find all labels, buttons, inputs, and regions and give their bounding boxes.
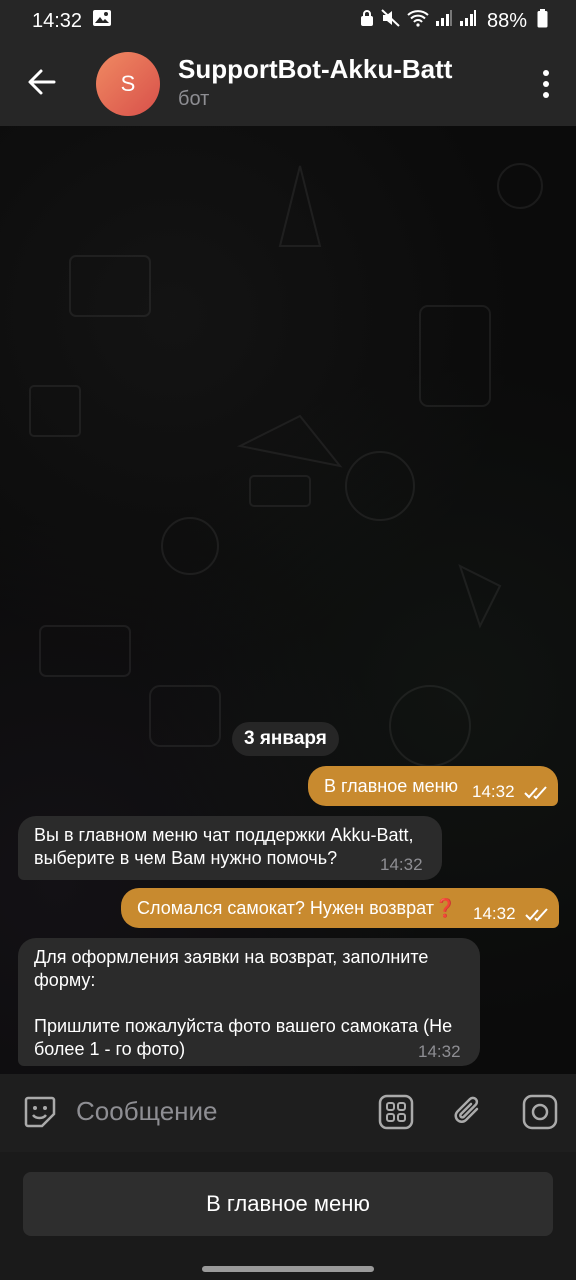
outgoing-message[interactable]: В главное меню 14:32 [308,766,558,806]
date-chip: 3 января [232,722,339,756]
incoming-message[interactable]: Вы в главном меню чат поддержки Akku-Bat… [18,816,442,880]
mute-icon [381,9,401,33]
bot-keyboard-icon[interactable] [378,1094,414,1130]
outgoing-message[interactable]: Сломался самокат? Нужен возврат❓ 14:32 [121,888,559,928]
read-checkmarks-icon [525,905,551,922]
signal-icon [435,9,453,33]
incoming-message[interactable]: Для оформления заявки на возврат, заполн… [18,938,480,1066]
chat-area[interactable]: 3 января В главное меню 14:32 Вы в главн… [0,126,576,1074]
camera-icon[interactable] [522,1094,558,1130]
message-time: 14:32 [380,855,423,874]
message-line: Для оформления заявки на возврат, заполн… [34,947,429,967]
wifi-icon [407,9,429,33]
status-time: 14:32 [32,9,83,32]
message-input-bar: Сообщение [0,1074,576,1152]
message-text: Вы в главном меню чат поддержки Akku-Bat… [34,824,414,870]
more-options-icon[interactable] [538,68,554,100]
wallpaper-doodles [29,163,543,767]
signal-2-icon [459,9,477,33]
message-line: Пришлите пожалуйста фото вашего самоката… [34,1016,453,1036]
main-menu-button-label: В главное меню [206,1191,370,1216]
status-bar: 14:32 88% [0,0,576,42]
message-input[interactable]: Сообщение [76,1096,218,1127]
message-line: Вы в главном меню чат поддержки Akku-Bat… [34,825,414,845]
message-time: 14:32 [418,1042,461,1061]
sticker-icon[interactable] [22,1094,58,1130]
gallery-notification-icon [92,9,112,33]
back-arrow-icon[interactable] [24,64,60,100]
alarm-lock-icon [359,9,375,33]
battery-icon [537,8,548,34]
chat-subtitle: бот [178,88,210,110]
message-text: Для оформления заявки на возврат, заполн… [34,946,452,1061]
attach-icon[interactable] [450,1094,486,1130]
message-text: В главное меню [324,776,459,796]
bot-keyboard: В главное меню [0,1152,576,1280]
chat-header: S SupportBot-Akku-Batt бот [0,42,576,126]
main-menu-button[interactable]: В главное меню [23,1172,553,1236]
read-checkmarks-icon [524,783,550,800]
message-line: более 1 - го фото) [34,1039,186,1059]
message-line: выберите в чем Вам нужно помочь? [34,848,338,868]
home-indicator[interactable] [202,1266,374,1272]
avatar-letter: S [120,71,136,96]
message-time: 14:32 [473,904,516,923]
message-time: 14:32 [472,782,515,801]
message-line: форму: [34,970,96,990]
chat-title[interactable]: SupportBot-Akku-Batt [178,54,452,85]
avatar[interactable]: S [96,52,160,116]
battery-percent: 88% [486,9,527,32]
message-line-blank [34,992,452,1015]
date-chip-label: 3 января [244,728,327,749]
message-text: Сломался самокат? Нужен возврат❓ [137,898,457,918]
